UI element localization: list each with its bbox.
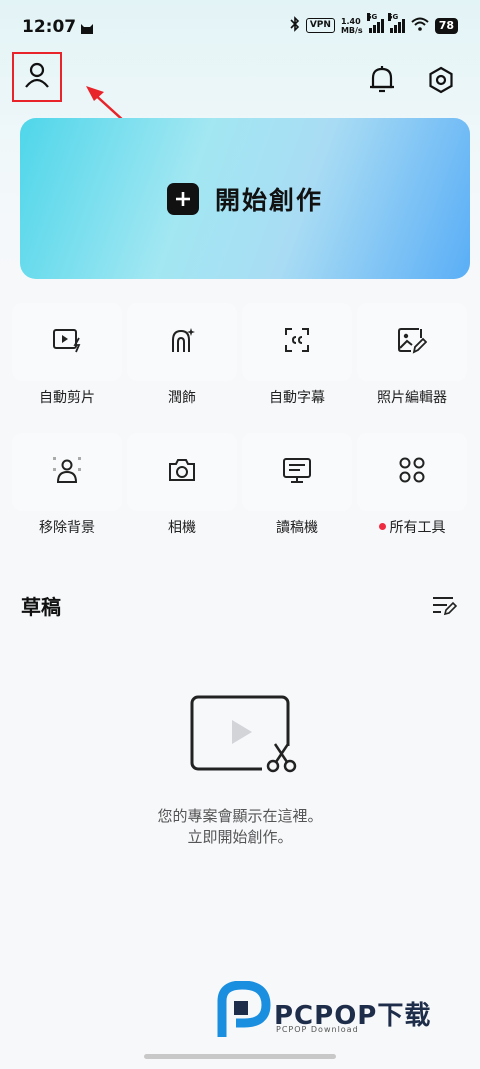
net-speed: 1.40 MB/s [341, 17, 363, 35]
tool-label: 潤飾 [168, 390, 196, 406]
tool-label: 照片編輯器 [377, 390, 447, 406]
person-icon [23, 61, 51, 93]
retouch-icon [167, 326, 197, 358]
drafts-manage-button[interactable] [428, 592, 460, 622]
notification-button[interactable] [364, 64, 400, 100]
tool-label: 所有工具 [389, 520, 446, 536]
signal-icon: 5G [366, 12, 384, 33]
tool-label: 讀稿機 [276, 520, 318, 536]
tool-all-tools[interactable]: 所有工具 [357, 433, 467, 551]
tool-auto-captions[interactable]: 自動字幕 [242, 303, 352, 421]
pcpop-logo-icon [217, 980, 271, 1037]
status-time: 12:07 [22, 17, 77, 37]
new-dot [378, 523, 386, 530]
empty-line-1: 您的專案會顯示在這裡。 [157, 807, 323, 825]
net-speed-value: 1.40 [340, 16, 361, 26]
empty-drafts-illustration [190, 695, 300, 776]
hexagon-gear-icon [427, 66, 455, 98]
teleprompter-icon [282, 456, 312, 488]
network-type: 5G [366, 12, 378, 21]
tool-camera[interactable]: 相機 [127, 433, 237, 551]
net-speed-unit: MB/s [340, 25, 363, 35]
captions-icon [283, 326, 311, 358]
status-icons: VPN 1.40 MB/s 5G 5G 78 [290, 12, 458, 35]
tool-label: 自動剪片 [39, 390, 95, 406]
drafts-title: 草稿 [21, 595, 61, 619]
empty-line-2: 立即開始創作。 [187, 828, 293, 846]
battery-indicator: 78 [434, 17, 458, 34]
tool-label: 相機 [168, 520, 196, 536]
tool-label: 自動字幕 [269, 390, 325, 406]
bell-icon [368, 65, 396, 99]
watermark-logo: PCPOP下载 PCPOP Download [216, 980, 466, 1041]
profile-button[interactable] [12, 52, 62, 102]
tool-teleprompter[interactable]: 讀稿機 [242, 433, 352, 551]
signal-icon-2: 5G [387, 12, 405, 33]
home-indicator[interactable] [144, 1054, 336, 1059]
start-create-button[interactable]: 開始創作 [20, 118, 470, 279]
camera-icon [167, 457, 197, 487]
network-type-2: 5G [387, 12, 399, 21]
tool-label: 移除背景 [39, 520, 95, 536]
bluetooth-icon [290, 16, 300, 35]
tool-retouch[interactable]: 潤飾 [127, 303, 237, 421]
status-bar: 12:07 VPN 1.40 MB/s 5G 5G 78 [0, 0, 480, 56]
plus-icon [166, 182, 199, 215]
tool-auto-cut[interactable]: 自動剪片 [12, 303, 122, 421]
vpn-badge: VPN [305, 18, 335, 33]
wifi-icon [411, 17, 429, 34]
tool-remove-background[interactable]: 移除背景 [12, 433, 122, 551]
cat-notification-icon [80, 20, 94, 39]
start-create-label: 開始創作 [214, 185, 323, 215]
remove-bg-icon [52, 456, 82, 488]
settings-button[interactable] [423, 64, 459, 100]
list-edit-icon [431, 594, 458, 620]
grid-icon [398, 456, 426, 488]
tool-photo-editor[interactable]: 照片編輯器 [357, 303, 467, 421]
photo-edit-icon [397, 326, 428, 358]
watermark-subtext: PCPOP Download [276, 1025, 359, 1034]
empty-drafts-message: 您的專案會顯示在這裡。 立即開始創作。 [0, 806, 480, 848]
auto-cut-icon [52, 327, 82, 357]
